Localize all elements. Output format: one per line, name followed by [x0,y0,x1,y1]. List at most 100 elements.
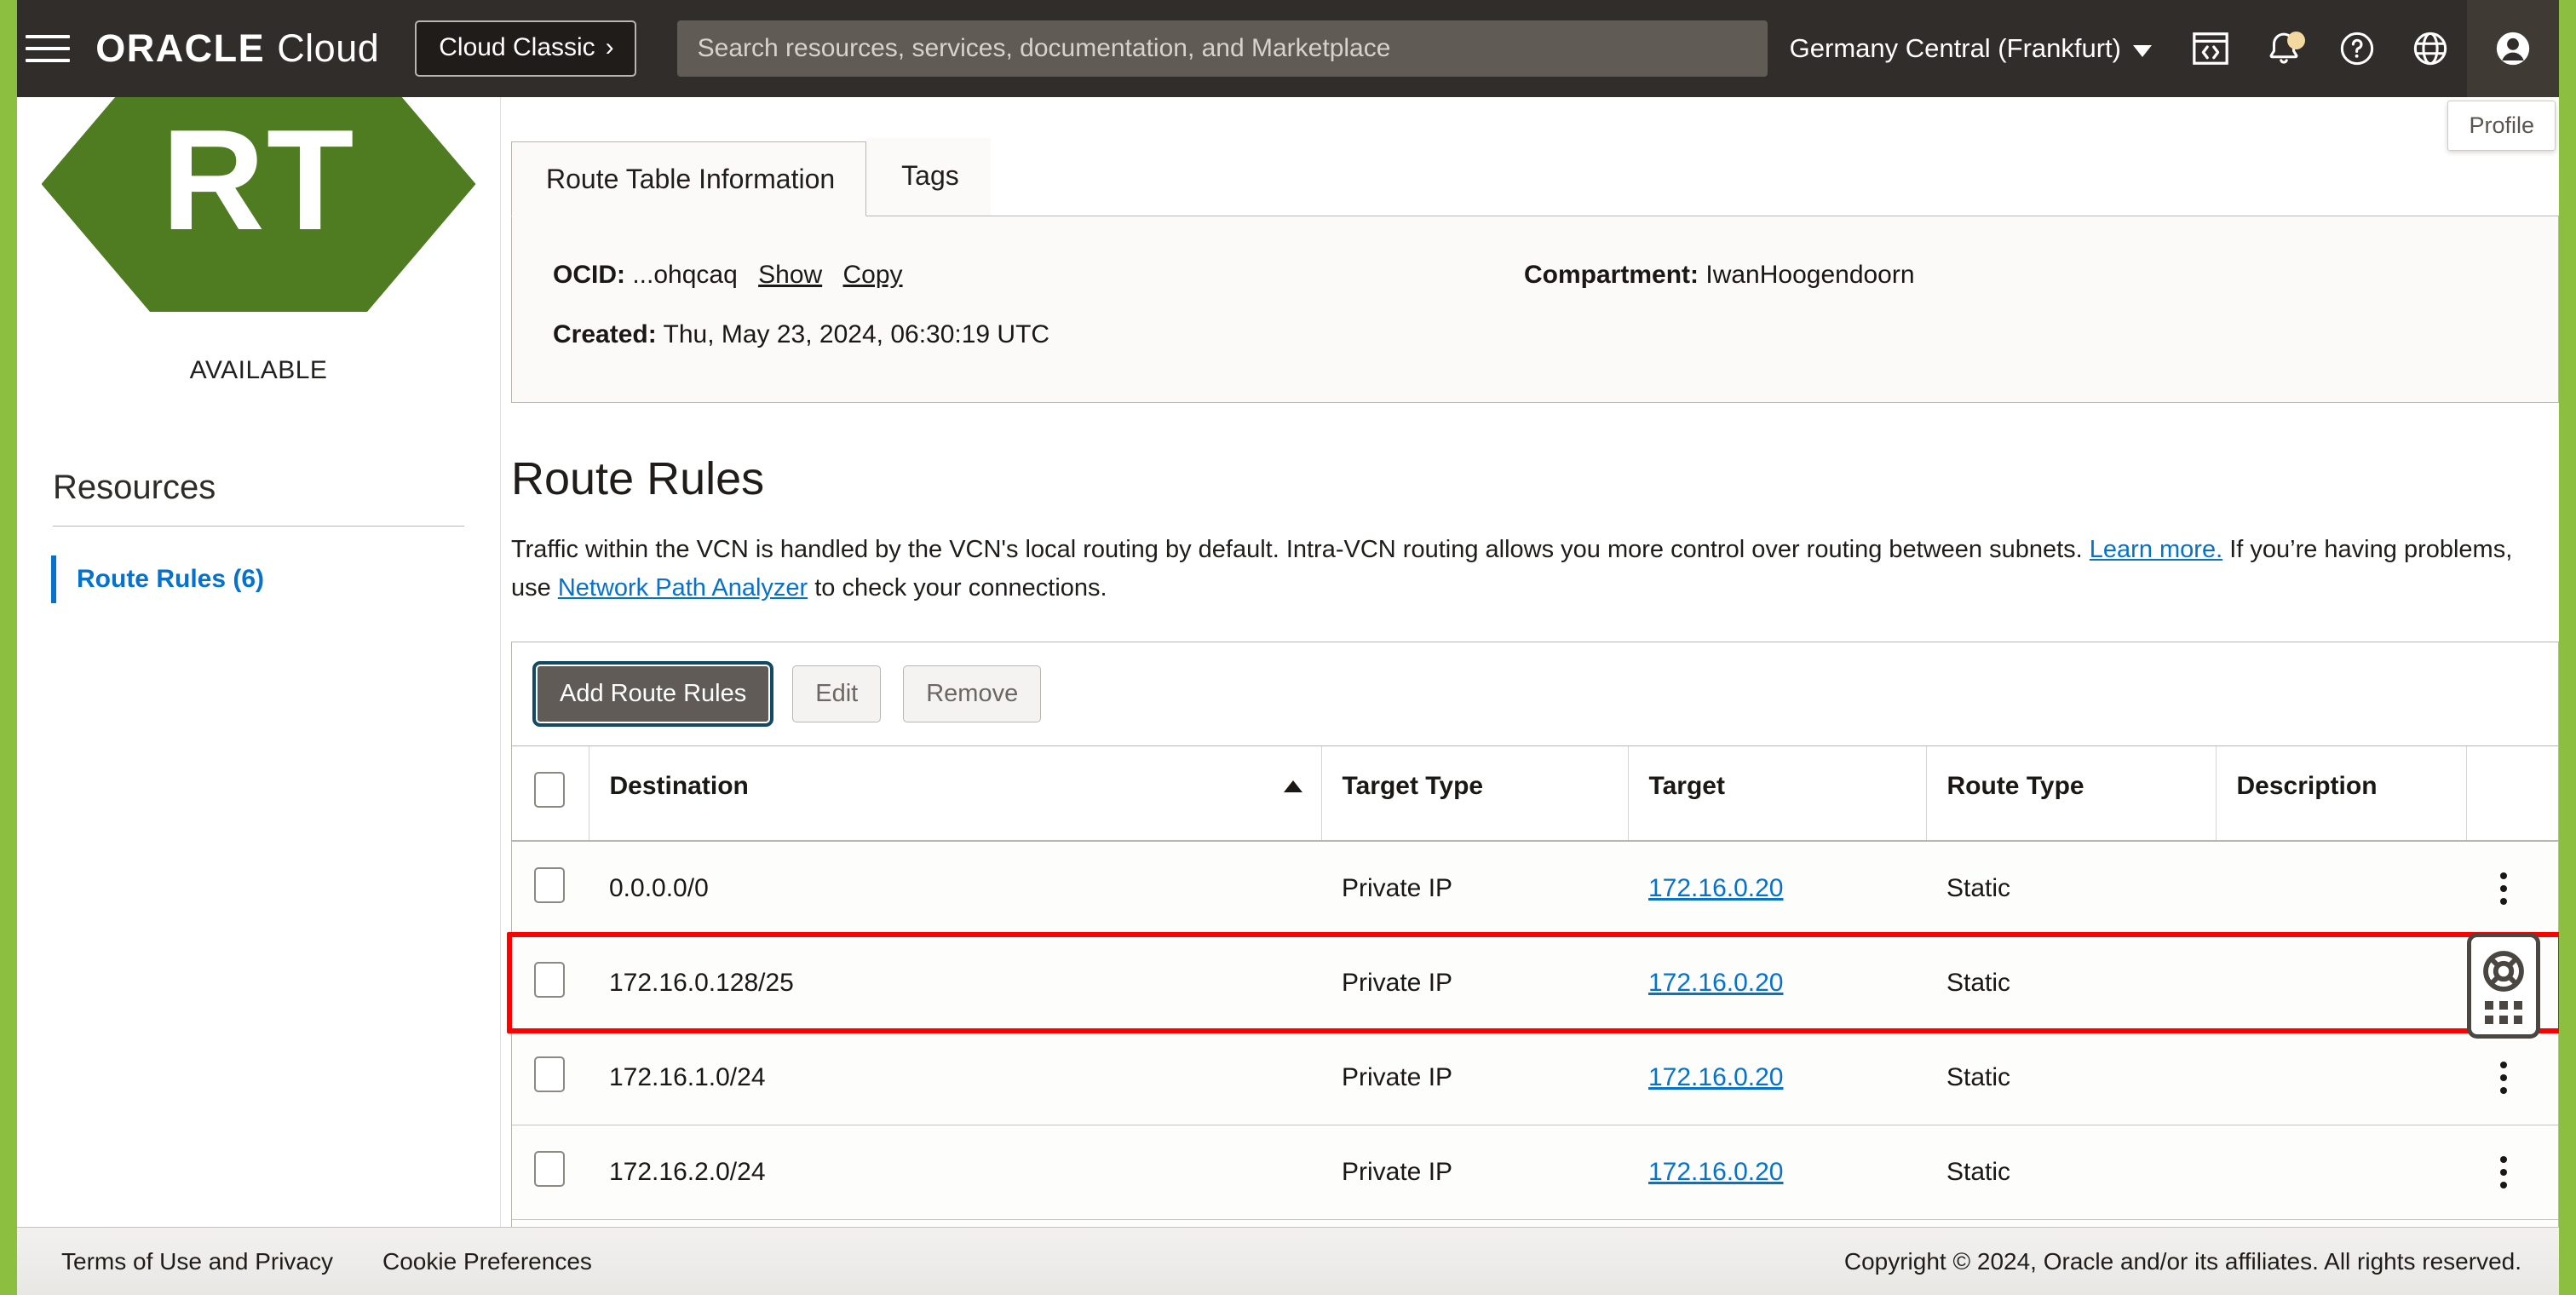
table-row[interactable]: 172.16.2.0/24Private IP172.16.0.20Static [512,1125,2558,1219]
cell-destination: 172.16.2.0/24 [589,1125,1321,1219]
target-link[interactable]: 172.16.0.20 [1648,969,1783,997]
copyright-text: Copyright © 2024, Oracle and/or its affi… [1844,1248,2521,1275]
region-label: Germany Central (Frankfurt) [1790,33,2121,64]
table-row[interactable]: 0.0.0.0/0Private IP 172.16.0.20 Static [512,841,2558,936]
resources-divider [53,526,464,527]
cell-target: 172.16.0.20 [1628,1030,1926,1125]
info-column-left: OCID: ...ohqcaq Show Copy Created: Thu, … [553,257,1524,353]
ocid-label: OCID: [553,261,625,289]
terms-of-use-link[interactable]: Terms of Use and Privacy [61,1248,333,1275]
ocid-row: OCID: ...ohqcaq Show Copy [553,257,1524,293]
cell-row-actions [2466,1030,2558,1125]
cell-description [2216,1219,2466,1227]
target-link[interactable]: 172.16.0.20 [1648,874,1783,902]
brand-cloud-text: Cloud [277,26,379,71]
language-globe-icon [2411,29,2450,68]
cell-target: 172.16.0.20 [1628,841,1926,936]
row-select-cell [512,841,589,936]
hamburger-menu-icon[interactable] [26,27,73,70]
info-column-right: Compartment: IwanHoogendoorn [1524,257,2510,353]
remove-button[interactable]: Remove [903,665,1041,722]
cell-destination: 0.0.0.0/0 [589,841,1321,936]
support-widget[interactable] [2467,933,2540,1039]
cell-target-type: Private IP [1321,841,1628,936]
ocid-show-link[interactable]: Show [758,261,822,289]
help-button[interactable] [2320,0,2394,97]
route-rules-table: Destination Target Type Target Route Typ… [512,746,2558,1227]
add-route-rules-button[interactable]: Add Route Rules [536,665,770,723]
tab-route-table-information[interactable]: Route Table Information [511,141,866,216]
help-icon [2337,29,2377,68]
cell-route-type: Static [1926,841,2216,936]
row-checkbox[interactable] [534,867,565,903]
column-header-route-type[interactable]: Route Type [1926,746,2216,841]
chevron-down-icon [2133,45,2152,57]
ocid-value: ...ohqcaq [632,261,737,289]
footer-links: Terms of Use and Privacy Cookie Preferen… [61,1248,592,1275]
created-row: Created: Thu, May 23, 2024, 06:30:19 UTC [553,317,1524,353]
select-all-checkbox[interactable] [534,772,565,808]
cell-target-type: Private IP [1321,1125,1628,1219]
profile-tooltip: Profile [2447,101,2556,151]
ocid-copy-link[interactable]: Copy [843,261,903,289]
table-row[interactable]: 172.16.3.0/24Private IP172.16.0.20Static [512,1219,2558,1227]
oracle-cloud-logo[interactable]: ORACLE Cloud [95,26,379,71]
chevron-right-icon: › [606,33,614,62]
cell-target: 172.16.0.20 [1628,1125,1926,1219]
resource-status: AVAILABLE [17,356,500,385]
row-select-cell [512,1030,589,1125]
cloud-shell-button[interactable] [2174,0,2247,97]
table-row[interactable]: 172.16.0.128/25Private IP 172.16.0.20 Stat… [512,935,2558,1030]
compartment-value: IwanHoogendoorn [1705,261,1914,289]
global-search-box[interactable] [677,20,1768,77]
app-grid-icon [2485,1001,2522,1024]
column-header-destination[interactable]: Destination [589,746,1321,841]
sidebar-item-route-rules[interactable]: Route Rules (6) [51,555,500,603]
cell-row-actions [2466,1125,2558,1219]
column-header-target[interactable]: Target [1628,746,1926,841]
target-link[interactable]: 172.16.0.20 [1648,1158,1783,1186]
right-accent-stripe [2559,0,2576,1295]
table-toolbar: Add Route Rules Edit Remove [512,642,2558,746]
column-header-target-type[interactable]: Target Type [1321,746,1628,841]
row-checkbox[interactable] [534,1151,565,1187]
cell-route-type: Static [1926,935,2216,1030]
cell-route-type: Static [1926,1219,2216,1227]
cell-target-type: Private IP [1321,935,1628,1030]
tab-tags[interactable]: Tags [866,138,991,216]
page-footer: Terms of Use and Privacy Cookie Preferen… [17,1227,2559,1295]
cell-target-type: Private IP [1321,1030,1628,1125]
lifebuoy-icon [2481,948,2527,994]
notifications-button[interactable] [2247,0,2320,97]
cell-route-type: Static [1926,1030,2216,1125]
detail-tabs: Route Table Information Tags [511,138,2559,216]
row-select-cell [512,1125,589,1219]
cookie-preferences-link[interactable]: Cookie Preferences [382,1248,592,1275]
row-actions-kebab-icon[interactable] [2487,872,2521,905]
cloud-shell-icon [2191,29,2230,68]
language-button[interactable] [2394,0,2467,97]
row-actions-kebab-icon[interactable] [2487,1062,2521,1094]
table-row[interactable]: 172.16.1.0/24Private IP172.16.0.20Static [512,1030,2558,1125]
row-checkbox[interactable] [534,962,565,998]
learn-more-link[interactable]: Learn more. [2090,536,2222,563]
compartment-label: Compartment: [1524,261,1699,289]
column-header-description[interactable]: Description [2216,746,2466,841]
target-link[interactable]: 172.16.0.20 [1648,1063,1783,1091]
main-content: Route Table Information Tags OCID: ...oh… [502,97,2559,1227]
cell-row-actions [2466,1219,2558,1227]
cell-destination: 172.16.0.128/25 [589,935,1321,1030]
row-checkbox[interactable] [534,1056,565,1092]
sort-ascending-icon [1284,780,1302,792]
top-navigation-bar: ORACLE Cloud Cloud Classic › Germany Cen… [10,0,2566,97]
edit-button[interactable]: Edit [792,665,881,722]
profile-button[interactable] [2467,0,2559,97]
search-input[interactable] [698,34,1747,63]
column-header-actions [2466,746,2558,841]
cloud-classic-button[interactable]: Cloud Classic › [415,20,635,77]
left-accent-stripe [0,0,17,1295]
network-path-analyzer-link[interactable]: Network Path Analyzer [558,574,808,601]
row-actions-kebab-icon[interactable] [2487,1156,2521,1189]
created-value: Thu, May 23, 2024, 06:30:19 UTC [664,320,1050,348]
region-selector[interactable]: Germany Central (Frankfurt) [1768,33,2174,64]
